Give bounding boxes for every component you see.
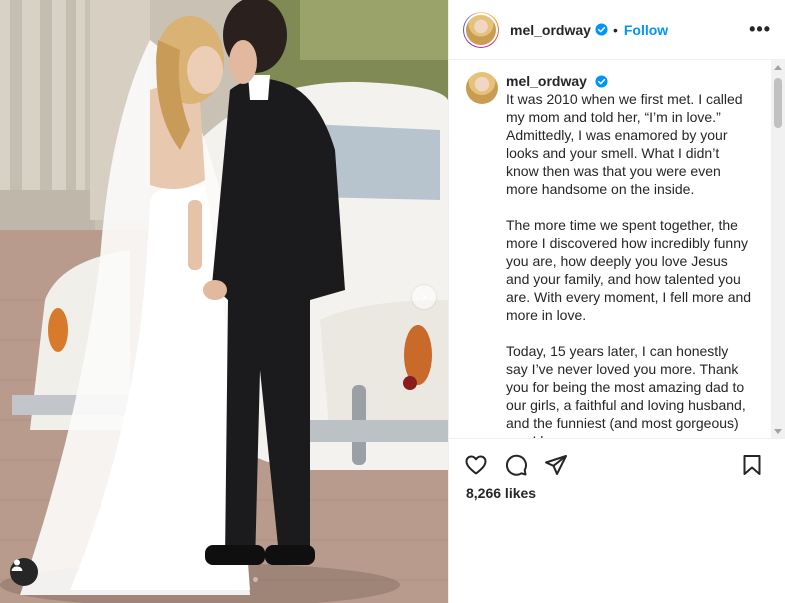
carousel-dot: [181, 577, 186, 582]
share-icon[interactable]: [544, 453, 568, 477]
chevron-right-icon: ›: [421, 288, 427, 305]
author-avatar[interactable]: [464, 12, 498, 47]
heart-icon[interactable]: [464, 453, 488, 477]
post-header: mel_ordway • Follow •••: [449, 0, 785, 60]
verified-badge-icon: [595, 75, 608, 88]
carousel-dot: [226, 577, 231, 582]
carousel-dot: [217, 577, 222, 582]
more-options-icon[interactable]: •••: [749, 19, 771, 40]
verified-badge-icon: [595, 23, 608, 36]
caption-paragraph: It was 2010 when we first met. I called …: [506, 91, 747, 197]
caption-username[interactable]: mel_ordway: [506, 73, 587, 89]
action-bar: [449, 439, 785, 491]
scroll-down-arrow-icon[interactable]: [774, 429, 782, 434]
scroll-up-arrow-icon[interactable]: [774, 65, 782, 70]
post-dialog: › mel_ordway • Follow ••• mel_ordway It …: [0, 0, 785, 603]
caption-paragraph: Today, 15 years later, I can honestly sa…: [506, 343, 746, 438]
carousel-dot: [172, 577, 177, 582]
comments-scrollbar[interactable]: [771, 60, 785, 438]
scrollbar-thumb[interactable]: [774, 78, 782, 128]
header-separator: •: [612, 21, 618, 38]
carousel-dot: [244, 577, 249, 582]
carousel-dot: [235, 577, 240, 582]
carousel-dot: [253, 577, 258, 582]
carousel-dot: [208, 577, 213, 582]
post-details-panel: mel_ordway • Follow ••• mel_ordway It wa…: [448, 0, 785, 603]
carousel-dot: [199, 577, 204, 582]
user-tag-icon: [11, 559, 23, 571]
author-username[interactable]: mel_ordway: [510, 22, 591, 38]
caption: mel_ordway It was 2010 when we first met…: [449, 60, 785, 438]
comments-section[interactable]: mel_ordway It was 2010 when we first met…: [449, 60, 785, 439]
carousel-indicator: [172, 577, 258, 582]
caption-avatar[interactable]: [466, 72, 498, 104]
likes-count[interactable]: 8,266 likes: [449, 485, 785, 501]
wedding-photo: [0, 0, 448, 603]
next-photo-button[interactable]: ›: [412, 285, 436, 309]
tagged-users-button[interactable]: [10, 558, 38, 586]
caption-body: mel_ordway It was 2010 when we first met…: [506, 72, 755, 438]
follow-button[interactable]: Follow: [624, 22, 668, 38]
story-ring[interactable]: [463, 11, 499, 48]
caption-paragraph: The more time we spent together, the mor…: [506, 217, 755, 323]
carousel-dot: [190, 577, 195, 582]
bookmark-icon[interactable]: [740, 453, 764, 477]
comment-icon[interactable]: [504, 453, 528, 477]
post-photo[interactable]: ›: [0, 0, 448, 603]
